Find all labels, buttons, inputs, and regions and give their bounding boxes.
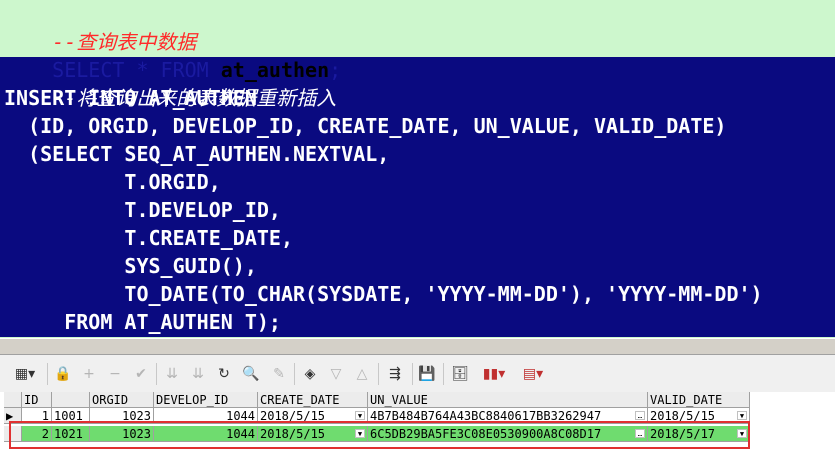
connection-icon[interactable]: 🗄 — [450, 364, 470, 384]
header-corner[interactable] — [4, 392, 22, 408]
toolbar-separator — [378, 363, 379, 385]
header-cell[interactable]: ID — [22, 392, 52, 408]
editor-line-11: TO_DATE(TO_CHAR(SYSDATE, 'YYYY-MM-DD'), … — [4, 282, 763, 306]
header-cell[interactable]: ID — [52, 392, 90, 408]
editor-line-4: INSERT INTO AT_AUTHEN — [4, 86, 257, 110]
triangle-down-icon[interactable]: ▽ — [327, 364, 345, 384]
toolbar-separator — [412, 363, 413, 385]
toolbar-separator — [156, 363, 157, 385]
editor-line-1: --查询表中数据 — [4, 0, 196, 54]
editor-line-7: T.ORGID, — [4, 170, 221, 194]
clear-icon[interactable]: ✎ — [270, 364, 288, 384]
header-cell[interactable]: VALID_DATE — [648, 392, 750, 408]
editor-line-10: SYS_GUID(), — [4, 254, 257, 278]
toolbar-separator — [47, 363, 48, 385]
ellipsis-icon[interactable]: … — [635, 411, 645, 420]
annotation-highlight-box — [9, 421, 750, 449]
first-record-icon[interactable]: ⇊ — [163, 364, 181, 384]
toolbar-separator — [294, 363, 295, 385]
editor-line-3: --将查询出来的表数据重新插入 — [4, 56, 336, 110]
query-icon[interactable]: ◈ — [301, 364, 319, 384]
header-cell[interactable]: UN_VALUE — [368, 392, 648, 408]
results-toolbar: ▦▾ 🔒 + − ✔ ⇊ ⇊ ↻ 🔍 ✎ ◈ ▽ △ ⇶ 💾 🗄 ▮▮▾ ▤▾ — [0, 355, 835, 392]
editor-line-12: FROM AT_AUTHEN T); — [4, 310, 281, 334]
pane-splitter[interactable] — [0, 338, 835, 355]
post-icon[interactable]: ✔ — [132, 364, 150, 384]
dropdown-icon[interactable]: ▼ — [737, 411, 747, 420]
header-cell[interactable]: DEVELOP_ID — [154, 392, 258, 408]
refresh-icon[interactable]: ↻ — [215, 364, 233, 384]
find-icon[interactable]: 🔍 — [240, 364, 262, 384]
toolbar-separator — [443, 363, 444, 385]
dropdown-icon[interactable]: ▼ — [355, 411, 365, 420]
grid-header-row: ID ID ORGID DEVELOP_ID CREATE_DATE UN_VA… — [4, 392, 750, 409]
header-cell[interactable]: CREATE_DATE — [258, 392, 368, 408]
editor-line-9: T.CREATE_DATE, — [4, 226, 293, 250]
delete-row-icon[interactable]: − — [106, 364, 124, 384]
last-record-icon[interactable]: ⇊ — [189, 364, 207, 384]
grid-menu-icon[interactable]: ▦▾ — [8, 364, 42, 384]
table-export-icon[interactable]: ▤▾ — [516, 364, 550, 384]
editor-line-2: SELECT * FROM at_authen; — [4, 28, 341, 82]
add-row-icon[interactable]: + — [80, 364, 98, 384]
chart-icon[interactable]: ▮▮▾ — [476, 364, 512, 384]
triangle-up-icon[interactable]: △ — [353, 364, 371, 384]
editor-line-8: T.DEVELOP_ID, — [4, 198, 281, 222]
lock-icon[interactable]: 🔒 — [54, 364, 72, 384]
export-icon[interactable]: ⇶ — [384, 364, 406, 384]
editor-line-5: (ID, ORGID, DEVELOP_ID, CREATE_DATE, UN_… — [4, 114, 727, 138]
header-cell[interactable]: ORGID — [90, 392, 154, 408]
save-icon[interactable]: 💾 — [418, 364, 436, 384]
editor-line-6: (SELECT SEQ_AT_AUTHEN.NEXTVAL, — [4, 142, 390, 166]
sql-editor[interactable]: --查询表中数据 SELECT * FROM at_authen; --将查询出… — [0, 0, 835, 338]
